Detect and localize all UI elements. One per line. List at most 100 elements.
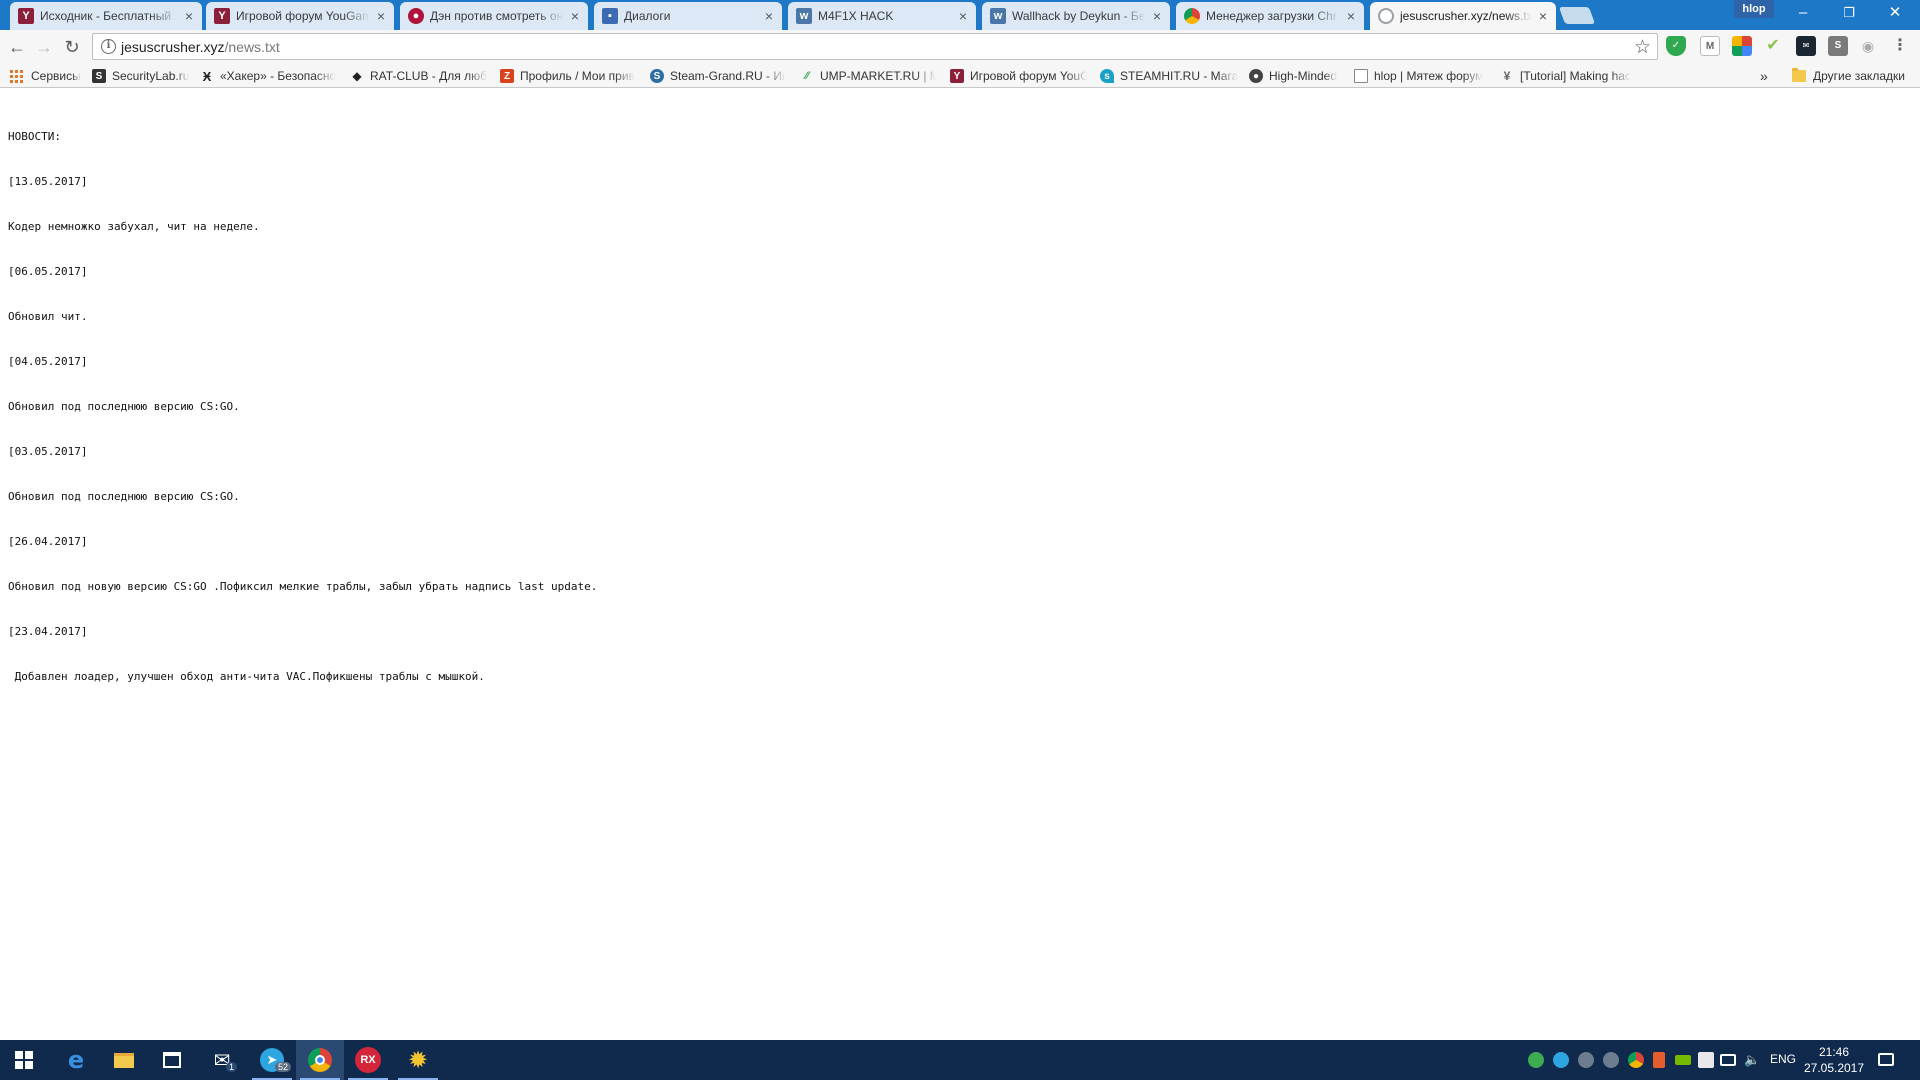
tray-green-app-icon[interactable] (1528, 1052, 1544, 1068)
notification-center-icon[interactable] (1878, 1053, 1894, 1066)
restore-button[interactable]: ❐ (1826, 0, 1872, 28)
new-tab-button[interactable] (1558, 7, 1596, 24)
menu-kebab-icon[interactable]: ⋮ (1890, 36, 1910, 56)
start-button[interactable] (0, 1040, 48, 1080)
bookmark-label: UMP-MARKET.RU | M (820, 69, 936, 83)
bookmark-steamhit[interactable]: s STEAMHIT.RU - Мага (1100, 67, 1238, 85)
close-icon[interactable]: × (956, 8, 970, 24)
tab-title: Исходник - Бесплатный (40, 9, 172, 23)
bookmark-hlop-mятеж[interactable]: hlop | Мятеж форум (1354, 67, 1488, 85)
news-date: [06.05.2017] (8, 265, 88, 278)
tab-title: jesuscrusher.xyz/news.txt (1400, 9, 1532, 23)
close-window-button[interactable]: ✕ (1872, 0, 1918, 28)
tray-clock[interactable]: 21:46 27.05.2017 (1800, 1044, 1868, 1076)
telegram-badge: 52 (275, 1062, 292, 1072)
bookmark-xakep[interactable]: Ӿ «Хакер» - Безопасно (200, 67, 338, 85)
tray-nvidia-icon[interactable] (1675, 1055, 1691, 1065)
close-icon[interactable]: × (1150, 8, 1164, 24)
tab-0[interactable]: Y Исходник - Бесплатный × (10, 2, 202, 30)
globe-icon (1378, 8, 1394, 24)
taskbar-rx[interactable]: RX (344, 1040, 392, 1080)
reload-button[interactable]: ↻ (60, 35, 84, 59)
clock-time: 21:46 (1818, 1045, 1850, 1059)
address-url[interactable]: jesuscrusher.xyz/news.txt (121, 39, 280, 55)
tab-6[interactable]: Менеджер загрузки Chr × (1176, 2, 1364, 30)
tab-7-active[interactable]: jesuscrusher.xyz/news.txt × (1370, 2, 1556, 30)
tray-language[interactable]: ENG (1770, 1052, 1796, 1066)
gmail-icon[interactable]: M (1700, 36, 1720, 56)
close-icon[interactable]: × (182, 8, 196, 24)
tab-2[interactable]: ● Дэн против смотреть он × (400, 2, 588, 30)
tray-flag-icon[interactable] (1653, 1052, 1665, 1068)
ump-icon: ⁄⁄ (805, 70, 809, 82)
bookmark-high-minded[interactable]: ● High-Minded (1249, 67, 1349, 85)
bookmark-profile[interactable]: Z Профиль / Мои прив (500, 67, 638, 85)
news-entry: Обновил чит. (8, 310, 88, 323)
close-icon[interactable]: × (1536, 8, 1550, 24)
tray-shield-icon[interactable] (1698, 1052, 1714, 1068)
bookmark-apps[interactable]: Сервисы (10, 67, 86, 85)
taskbar-file-explorer[interactable] (100, 1040, 148, 1080)
taskbar-chrome[interactable] (296, 1040, 344, 1080)
tab-4[interactable]: w M4F1X HACK × (788, 2, 976, 30)
adguard-shield-icon[interactable]: ✓ (1666, 36, 1686, 56)
tab-title: Менеджер загрузки Chr (1206, 9, 1337, 23)
close-icon[interactable]: × (568, 8, 582, 24)
bookmarks-bar: Сервисы S SecurityLab.ru Ӿ «Хакер» - Без… (0, 64, 1920, 88)
tab-5[interactable]: w Wallhack by Deykun - Бе × (982, 2, 1170, 30)
page-icon (1354, 69, 1368, 83)
back-button[interactable]: ← (5, 35, 29, 59)
minimize-button[interactable]: – (1780, 0, 1826, 28)
bookmark-label: SecurityLab.ru (112, 69, 190, 83)
address-bar[interactable]: i jesuscrusher.xyz/news.txt ☆ (92, 33, 1658, 60)
other-bookmarks-folder[interactable]: Другие закладки (1792, 67, 1916, 85)
bookmark-ratclub[interactable]: ◆ RAT-CLUB - Для любо (350, 67, 488, 85)
tray-volume-icon[interactable]: 🔈 (1744, 1052, 1760, 1068)
bookmark-label: [Tutorial] Making hac (1520, 69, 1631, 83)
bookmark-yougame-forum[interactable]: Y Игровой форум YouG (950, 67, 1088, 85)
tab-1[interactable]: Y Игровой форум YouGame × (206, 2, 394, 30)
bookmark-ump-market[interactable]: ⁄⁄ UMP-MARKET.RU | M (800, 67, 936, 85)
google-extension-icon[interactable] (1732, 36, 1752, 56)
tab-title: Дэн против смотреть он (430, 9, 564, 23)
chrome-icon (1184, 8, 1200, 24)
yougame-icon: Y (18, 8, 34, 24)
checkmark-extension-icon[interactable]: ✔ (1763, 36, 1783, 56)
tray-network-icon[interactable] (1720, 1054, 1736, 1066)
taskbar-telegram[interactable]: ➤ 52 (248, 1040, 296, 1080)
taskbar-edge[interactable]: e (52, 1040, 100, 1080)
tray-chrome-icon[interactable] (1628, 1052, 1644, 1068)
other-bookmarks-label: Другие закладки (1813, 69, 1905, 83)
bookmark-star-icon[interactable]: ☆ (1634, 36, 1651, 59)
tray-steam-2-icon[interactable] (1603, 1052, 1619, 1068)
bookmark-label: RAT-CLUB - Для любо (370, 69, 488, 83)
user-extension-icon[interactable]: ◉ (1858, 36, 1878, 56)
ratclub-icon: ◆ (352, 69, 362, 83)
tutorial-icon: ¥ (1503, 69, 1511, 83)
close-icon[interactable]: × (374, 8, 388, 24)
tray-steam-icon[interactable] (1578, 1052, 1594, 1068)
bookmark-securitylab[interactable]: S SecurityLab.ru (92, 67, 194, 85)
close-icon[interactable]: × (762, 8, 776, 24)
steamgrand-icon: S (650, 69, 664, 83)
chrome-icon (308, 1048, 332, 1072)
mail-extension-icon[interactable]: ✉ (1796, 36, 1816, 56)
taskbar: e ✉ 1 ➤ 52 RX ✹ 🔈 ENG 21:46 27.05.2017 (0, 1040, 1920, 1080)
tab-title: Диалоги (624, 9, 671, 23)
taskbar-store[interactable] (148, 1040, 196, 1080)
profile-badge[interactable]: hlop (1734, 0, 1774, 18)
tab-strip: Y Исходник - Бесплатный × Y Игровой фору… (0, 0, 1920, 30)
bookmark-tutorial[interactable]: ¥ [Tutorial] Making hac (1500, 67, 1634, 85)
close-icon[interactable]: × (1344, 8, 1358, 24)
arrow-right-icon: → (35, 37, 53, 57)
bookmarks-overflow-button[interactable]: » (1760, 67, 1772, 85)
taskbar-mail[interactable]: ✉ 1 (198, 1040, 246, 1080)
tab-3[interactable]: ▪ Диалоги × (594, 2, 782, 30)
info-icon[interactable]: i (101, 39, 116, 54)
forward-button[interactable]: → (32, 35, 56, 59)
taskbar-settings[interactable]: ✹ (394, 1040, 442, 1080)
tray-telegram-icon[interactable] (1553, 1052, 1569, 1068)
bookmark-steamgrand[interactable]: S Steam-Grand.RU - Ин (650, 67, 786, 85)
bookmark-label: hlop | Мятеж форум (1374, 69, 1484, 83)
s-extension-icon[interactable]: S (1828, 36, 1848, 56)
